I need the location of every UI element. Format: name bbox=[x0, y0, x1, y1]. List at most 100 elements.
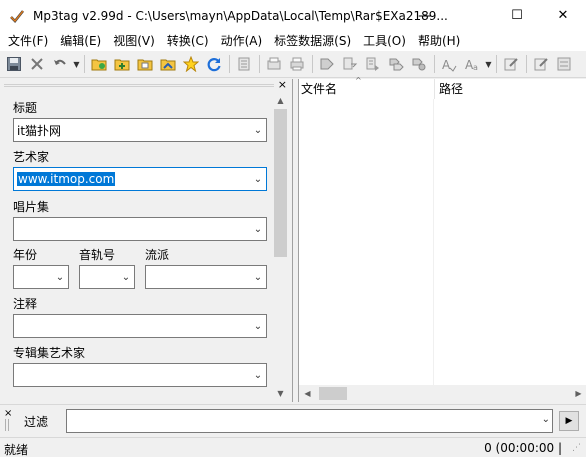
window-title: Mp3tag v2.99d - C:\Users\mayn\AppData\Lo… bbox=[33, 8, 448, 23]
chevron-down-icon[interactable]: ⌄ bbox=[250, 272, 266, 283]
undo-icon[interactable] bbox=[49, 54, 70, 75]
menu-bar: 文件(F) 编辑(E) 视图(V) 转换(C) 动作(A) 标签数据源(S) 工… bbox=[0, 31, 586, 51]
toolbar: ▼ A Aa ▼ bbox=[0, 51, 586, 78]
track-label: 音轨号 bbox=[79, 248, 116, 262]
case-conversion-icon[interactable]: Aa bbox=[461, 54, 482, 75]
genre-label: 流派 bbox=[145, 248, 170, 262]
toolbar-separator bbox=[259, 55, 260, 73]
print-icon[interactable] bbox=[286, 54, 307, 75]
chevron-down-icon[interactable]: ⌄ bbox=[250, 224, 266, 235]
toolbar-separator bbox=[434, 55, 435, 73]
scrollbar-thumb[interactable] bbox=[319, 387, 347, 400]
tag-fields: 标题 it猫扑网 ⌄ 艺术家 www.itmop.com ⌄ 唱片集 ⌄ 年份 … bbox=[0, 93, 272, 402]
actions-dropdown-icon[interactable]: ▼ bbox=[484, 60, 493, 69]
file-list[interactable]: 文件名 ^ 路径 ◀ ▶ bbox=[298, 76, 586, 402]
tag-panel-header: × bbox=[0, 79, 293, 93]
menu-actions[interactable]: 动作(A) bbox=[215, 31, 269, 51]
close-icon[interactable]: × bbox=[4, 408, 12, 419]
title-field[interactable]: it猫扑网 ⌄ bbox=[13, 118, 267, 142]
resize-grip-icon[interactable]: ⋰ bbox=[572, 443, 584, 455]
album-label: 唱片集 bbox=[13, 200, 50, 214]
comment-field[interactable]: ⌄ bbox=[13, 314, 267, 338]
filter-go-button[interactable]: ▶ bbox=[559, 411, 579, 431]
menu-view[interactable]: 视图(V) bbox=[107, 31, 161, 51]
scroll-right-icon[interactable]: ▶ bbox=[570, 385, 586, 402]
column-divider bbox=[433, 99, 434, 386]
status-bar: 就绪 0 (00:00:00 | ⋰ bbox=[0, 437, 586, 457]
chevron-down-icon[interactable]: ⌄ bbox=[542, 414, 550, 425]
menu-tag-sources[interactable]: 标签数据源(S) bbox=[268, 31, 357, 51]
title-label: 标题 bbox=[13, 101, 38, 115]
menu-file[interactable]: 文件(F) bbox=[2, 31, 54, 51]
chevron-down-icon[interactable]: ⌄ bbox=[250, 125, 266, 136]
export-icon[interactable] bbox=[263, 54, 284, 75]
filename-to-tag-icon[interactable] bbox=[339, 54, 360, 75]
genre-field[interactable]: ⌄ bbox=[145, 265, 267, 289]
actions-icon[interactable]: A bbox=[438, 54, 459, 75]
tag-panel: × 标题 it猫扑网 ⌄ 艺术家 www.itmop.com ⌄ 唱片集 ⌄ 年… bbox=[0, 79, 293, 402]
file-list-hscrollbar[interactable]: ◀ ▶ bbox=[299, 385, 586, 402]
change-folder-icon[interactable] bbox=[88, 54, 109, 75]
save-icon[interactable] bbox=[3, 54, 24, 75]
add-folder-icon[interactable] bbox=[111, 54, 132, 75]
chevron-down-icon[interactable]: ⌄ bbox=[250, 370, 266, 381]
chevron-down-icon[interactable]: ⌄ bbox=[250, 321, 266, 332]
panel-grip[interactable] bbox=[4, 84, 274, 87]
folder-tree-icon[interactable] bbox=[157, 54, 178, 75]
filter-input[interactable]: ⌄ bbox=[66, 409, 553, 433]
remove-tag-icon[interactable] bbox=[26, 54, 47, 75]
year-field[interactable]: ⌄ bbox=[13, 265, 69, 289]
status-count: 0 (00:00:00 | bbox=[484, 441, 562, 455]
favorites-icon[interactable] bbox=[180, 54, 201, 75]
track-field[interactable]: ⌄ bbox=[79, 265, 135, 289]
edit-icon[interactable] bbox=[500, 54, 521, 75]
open-folder-icon[interactable] bbox=[134, 54, 155, 75]
album-artist-field[interactable]: ⌄ bbox=[13, 363, 267, 387]
sort-ascending-icon: ^ bbox=[355, 76, 362, 85]
toolbar-separator bbox=[496, 55, 497, 73]
scroll-up-icon[interactable]: ▲ bbox=[272, 93, 289, 109]
album-field[interactable]: ⌄ bbox=[13, 217, 267, 241]
minimize-button[interactable]: — bbox=[402, 0, 448, 31]
tag-sources-icon[interactable] bbox=[233, 54, 254, 75]
year-label: 年份 bbox=[13, 248, 38, 262]
menu-help[interactable]: 帮助(H) bbox=[412, 31, 466, 51]
toolbar-separator bbox=[526, 55, 527, 73]
filter-grip[interactable] bbox=[5, 419, 9, 431]
close-button[interactable]: ✕ bbox=[540, 0, 586, 31]
scroll-left-icon[interactable]: ◀ bbox=[299, 385, 316, 402]
edit-tag-icon[interactable] bbox=[530, 54, 551, 75]
scrollbar-thumb[interactable] bbox=[274, 109, 287, 257]
chevron-down-icon[interactable]: ⌄ bbox=[250, 174, 266, 185]
chevron-down-icon[interactable]: ⌄ bbox=[118, 272, 134, 283]
settings-icon[interactable] bbox=[553, 54, 574, 75]
menu-tools[interactable]: 工具(O) bbox=[357, 31, 412, 51]
toolbar-separator bbox=[84, 55, 85, 73]
chevron-down-icon[interactable]: ⌄ bbox=[52, 272, 68, 283]
menu-edit[interactable]: 编辑(E) bbox=[54, 31, 107, 51]
artist-label: 艺术家 bbox=[13, 150, 50, 164]
filter-bar: × 过滤 ⌄ ▶ bbox=[0, 404, 586, 436]
svg-text:A: A bbox=[442, 58, 451, 72]
column-filename[interactable]: 文件名 bbox=[299, 79, 435, 99]
menu-convert[interactable]: 转换(C) bbox=[161, 31, 215, 51]
quick-action-icon[interactable] bbox=[408, 54, 429, 75]
undo-dropdown-icon[interactable]: ▼ bbox=[72, 60, 81, 69]
title-bar: Mp3tag v2.99d - C:\Users\mayn\AppData\Lo… bbox=[0, 0, 586, 31]
svg-text:a: a bbox=[473, 63, 478, 72]
maximize-button[interactable]: ☐ bbox=[494, 0, 540, 31]
album-artist-label: 专辑集艺术家 bbox=[13, 346, 86, 360]
tag-to-tag-icon[interactable] bbox=[385, 54, 406, 75]
text-file-to-tag-icon[interactable] bbox=[362, 54, 383, 75]
artist-value: www.itmop.com bbox=[17, 172, 116, 186]
artist-field[interactable]: www.itmop.com ⌄ bbox=[13, 167, 267, 191]
scroll-down-icon[interactable]: ▼ bbox=[272, 386, 289, 402]
close-icon[interactable]: × bbox=[278, 79, 287, 91]
comment-label: 注释 bbox=[13, 297, 38, 311]
refresh-icon[interactable] bbox=[203, 54, 224, 75]
tag-panel-scrollbar[interactable]: ▲ ▼ bbox=[272, 93, 289, 402]
column-path[interactable]: 路径 bbox=[435, 79, 586, 99]
toolbar-separator bbox=[229, 55, 230, 73]
filter-label: 过滤 bbox=[24, 415, 49, 429]
tag-to-filename-icon[interactable] bbox=[316, 54, 337, 75]
